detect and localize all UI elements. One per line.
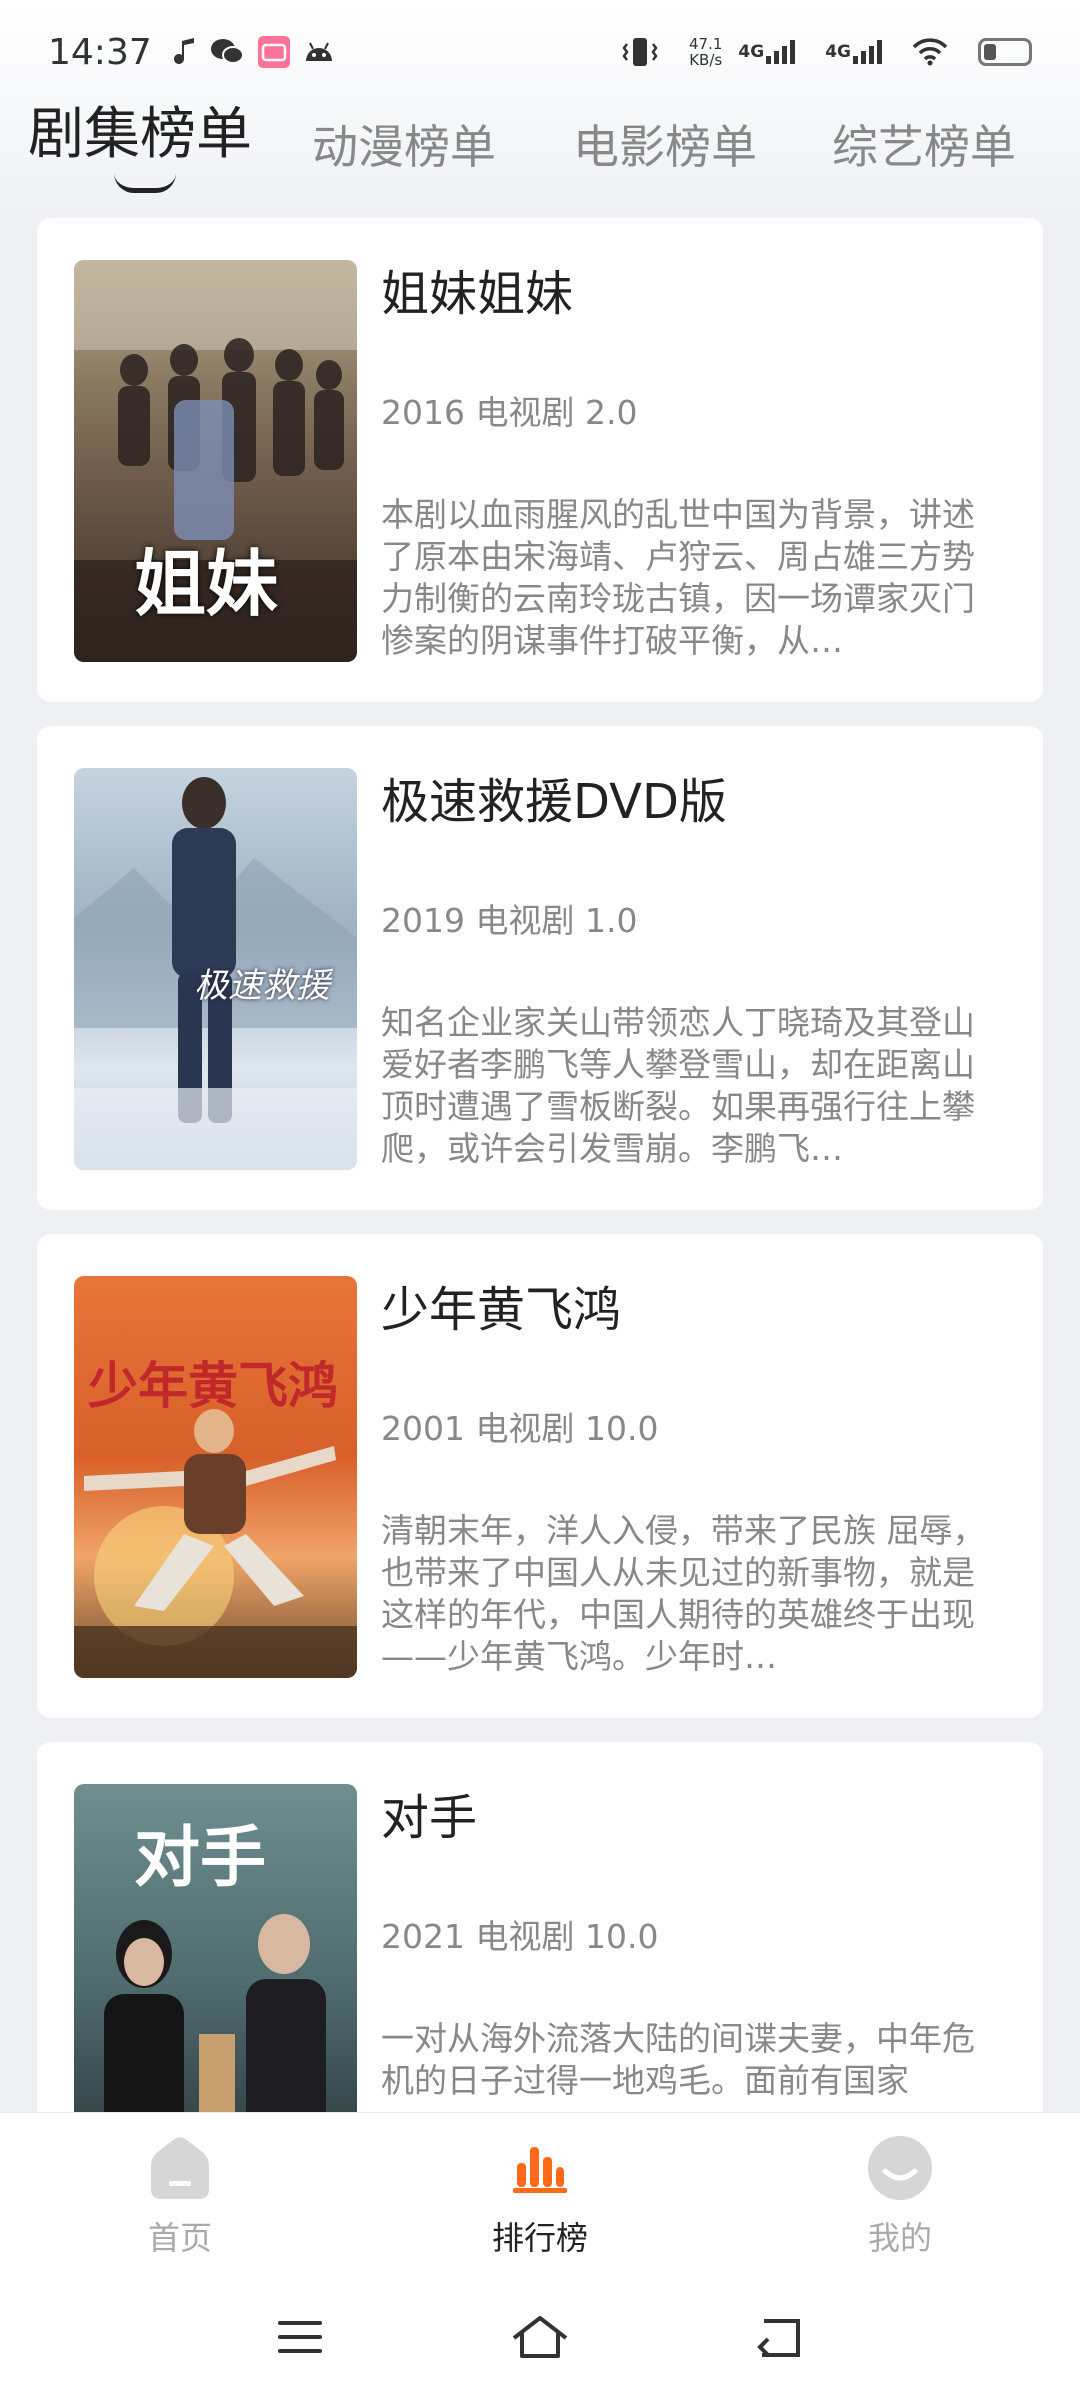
item-description: 知名企业家关山带领恋人丁晓琦及其登山爱好者李鹏飞等人攀登雪山，却在距离山顶时遭遇… [381,1003,975,1168]
wifi-icon [912,38,948,66]
poster-image: 姐妹 [74,260,357,662]
poster-caption: 极速救援 [194,966,330,1006]
system-navigation-bar [0,2272,1080,2400]
list-item[interactable]: 少年黄飞鸿 少年黄飞鸿 2001 电视剧 10.0 清朝末年，洋人入侵，带来了民… [37,1234,1043,1718]
item-meta: 2001 电视剧 10.0 [381,1409,659,1448]
vibrate-icon [621,36,659,68]
profile-icon [800,2133,1000,2203]
item-title: 姐妹姐妹 [381,266,574,322]
nav-profile-label: 我的 [867,2219,932,2257]
tab-variety-ranking[interactable]: 综艺榜单 [832,111,1016,177]
ranking-list: 姐妹 姐妹姐妹 2016 电视剧 2.0 本剧以血雨腥风的乱世中国为背景，讲述了… [37,218,1043,2250]
item-title: 对手 [381,1790,478,1846]
status-time: 14:37 [48,31,152,73]
wechat-icon [210,37,244,67]
signal-bars-icon [766,40,796,64]
sim2-label: 4G [825,42,851,62]
nav-home[interactable]: 首页 [80,2133,280,2259]
menu-icon[interactable] [260,2302,340,2372]
item-description: 清朝末年，洋人入侵，带来了民族 屈辱，也带来了中国人从未见过的新事物，就是这样的… [381,1511,986,1676]
tab-anime-ranking[interactable]: 动漫榜单 [312,111,496,177]
home-button-icon[interactable] [500,2302,580,2372]
poster-caption: 姐妹 [134,541,279,626]
nav-ranking[interactable]: 排行榜 [440,2133,640,2259]
nav-profile[interactable]: 我的 [800,2133,1000,2259]
android-icon [304,41,334,63]
poster-image: 极速救援 [74,768,357,1170]
poster-image: 少年黄飞鸿 [74,1276,357,1678]
net-speed-unit: KB/s [689,51,723,69]
music-note-icon [173,37,196,67]
nav-ranking-label: 排行榜 [491,2219,588,2257]
item-description: 一对从海外流落大陆的间谍夫妻，中年危机的日子过得一地鸡毛。面前有国家 [381,2019,975,2100]
battery-icon [978,38,1032,66]
active-tab-indicator [114,173,176,193]
item-meta: 2019 电视剧 1.0 [381,901,638,940]
category-tabs: 剧集榜单 动漫榜单 电影榜单 综艺榜单 [0,95,1080,205]
tab-series-ranking[interactable]: 剧集榜单 [28,89,252,170]
item-title: 少年黄飞鸿 [381,1282,622,1338]
home-icon [80,2133,280,2203]
item-meta: 2016 电视剧 2.0 [381,393,638,432]
item-title: 极速救援DVD版 [381,774,727,830]
list-item[interactable]: 极速救援 极速救援DVD版 2019 电视剧 1.0 知名企业家关山带领恋人丁晓… [37,726,1043,1210]
bottom-navigation: 首页 排行榜 我的 [0,2112,1080,2272]
bilibili-icon [257,36,290,68]
item-meta: 2021 电视剧 10.0 [381,1917,659,1956]
network-speed: 47.1 KB/s [689,36,722,68]
sim1-label: 4G [738,42,765,62]
signal-sim2: 4G [825,40,882,64]
tab-movie-ranking[interactable]: 电影榜单 [573,111,757,177]
poster-caption: 对手 [134,1818,266,1896]
rank-chart-icon [440,2133,640,2203]
poster-caption: 少年黄飞鸿 [88,1356,338,1415]
list-item[interactable]: 姐妹 姐妹姐妹 2016 电视剧 2.0 本剧以血雨腥风的乱世中国为背景，讲述了… [37,218,1043,702]
signal-sim1: 4G [738,40,796,64]
back-icon[interactable] [740,2302,820,2372]
nav-home-label: 首页 [147,2219,212,2257]
signal-bars-icon [853,40,882,64]
item-description: 本剧以血雨腥风的乱世中国为背景，讲述了原本由宋海靖、卢狩云、周占雄三方势力制衡的… [381,495,975,660]
